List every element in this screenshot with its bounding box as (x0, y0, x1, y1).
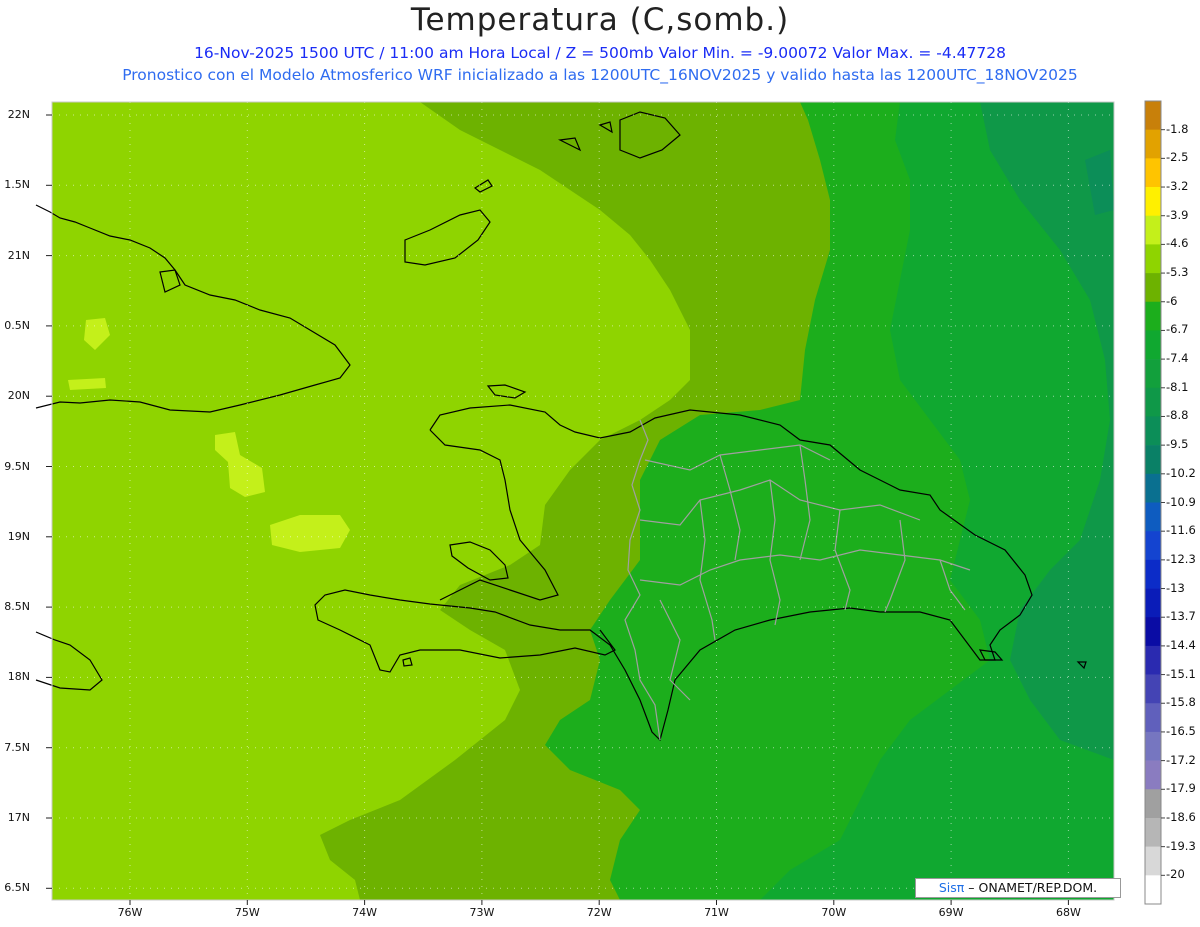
colorbar-label: -16.5 (1166, 723, 1196, 738)
sispi-logo-text: Sisπ (938, 880, 965, 895)
colorbar-swatch (1145, 760, 1161, 790)
lon-tick-label: 75W (234, 906, 260, 919)
colorbar-label: -3.9 (1166, 207, 1189, 222)
lat-tick-label: 22N (7, 108, 30, 121)
colorbar-label: -8.8 (1166, 408, 1189, 423)
colorbar-swatch (1145, 387, 1161, 417)
colorbar-swatch (1145, 674, 1161, 704)
lon-tick-label: 73W (469, 906, 495, 919)
colorbar-swatch (1145, 129, 1161, 159)
colorbar-swatch (1145, 731, 1161, 761)
colorbar-swatch (1145, 416, 1161, 446)
colorbar (1144, 100, 1165, 905)
colorbar-swatch (1145, 158, 1161, 188)
lat-tick-label: 8.5N (4, 600, 30, 614)
lon-tick-label: 70W (821, 906, 847, 919)
colorbar-swatch (1145, 789, 1161, 819)
colorbar-label: -6.7 (1166, 322, 1189, 337)
colorbar-swatch (1145, 359, 1161, 389)
credit-box: Sisπ – ONAMET/REP.DOM. (915, 878, 1121, 898)
colorbar-swatch (1145, 473, 1161, 503)
colorbar-label: -11.6 (1166, 523, 1196, 538)
warm-patch-4 (68, 378, 106, 390)
colorbar-swatch (1145, 875, 1161, 905)
lon-tick-label: 72W (586, 906, 612, 919)
temperature-map (35, 100, 1165, 905)
colorbar-label: -12.3 (1166, 551, 1196, 566)
colorbar-label: -15.8 (1166, 695, 1196, 710)
lat-tick-label: 18N (7, 670, 30, 684)
colorbar-swatch (1145, 244, 1161, 274)
colorbar-swatch (1145, 101, 1161, 130)
colorbar-swatch (1145, 445, 1161, 475)
colorbar-label: -2.5 (1166, 150, 1189, 165)
colorbar-label: -19.3 (1166, 838, 1196, 853)
lon-tick-label: 69W (938, 906, 964, 919)
colorbar-swatch (1145, 301, 1161, 331)
lat-tick-label: 7.5N (4, 740, 30, 754)
lat-tick-label: 0.5N (4, 318, 30, 332)
colorbar-swatch (1145, 215, 1161, 245)
lon-tick-label: 76W (117, 906, 143, 919)
credit-text: – ONAMET/REP.DOM. (968, 880, 1098, 895)
colorbar-swatch (1145, 846, 1161, 876)
colorbar-label: -10.2 (1166, 465, 1196, 480)
colorbar-label: -6 (1166, 293, 1178, 308)
colorbar-label: -9.5 (1166, 437, 1189, 452)
map-field (35, 102, 1114, 900)
colorbar-swatch (1145, 531, 1161, 561)
colorbar-label: -4.6 (1166, 236, 1189, 251)
colorbar-swatch (1145, 559, 1161, 589)
colorbar-swatch (1145, 645, 1161, 675)
colorbar-swatch (1145, 617, 1161, 647)
lon-tick-label: 71W (704, 906, 729, 919)
colorbar-swatch (1145, 273, 1161, 303)
colorbar-label: -14.4 (1166, 637, 1196, 652)
lat-tick-label: 1.5N (4, 178, 30, 192)
colorbar-swatch (1145, 502, 1161, 532)
colorbar-label: -1.8 (1166, 121, 1189, 136)
colorbar-swatch (1145, 330, 1161, 360)
colorbar-swatch (1145, 817, 1161, 847)
colorbar-label: -10.9 (1166, 494, 1196, 509)
colorbar-label: -15.1 (1166, 666, 1196, 681)
colorbar-label: -17.9 (1166, 781, 1196, 796)
colorbar-label: -5.3 (1166, 265, 1189, 280)
colorbar-label: -18.6 (1166, 809, 1196, 824)
colorbar-swatch (1145, 588, 1161, 618)
lat-tick-label: 6.5N (4, 881, 30, 895)
colorbar-label: -3.2 (1166, 179, 1189, 194)
lat-tick-label: 20N (7, 389, 30, 403)
colorbar-label: -13 (1166, 580, 1185, 595)
lon-tick-label: 74W (352, 906, 378, 919)
colorbar-label: -8.1 (1166, 379, 1189, 394)
lat-tick-label: 19N (7, 529, 30, 543)
colorbar-label: -17.2 (1166, 752, 1196, 767)
lat-tick-label: 9.5N (4, 459, 30, 473)
colorbar-swatch (1145, 187, 1161, 217)
lat-tick-label: 21N (7, 248, 30, 262)
lat-tick-label: 17N (7, 811, 30, 824)
lon-tick-label: 68W (1055, 906, 1081, 919)
colorbar-label: -7.4 (1166, 351, 1189, 366)
colorbar-label: -13.7 (1166, 609, 1196, 624)
colorbar-label: -20 (1166, 867, 1185, 882)
colorbar-swatch (1145, 703, 1161, 733)
